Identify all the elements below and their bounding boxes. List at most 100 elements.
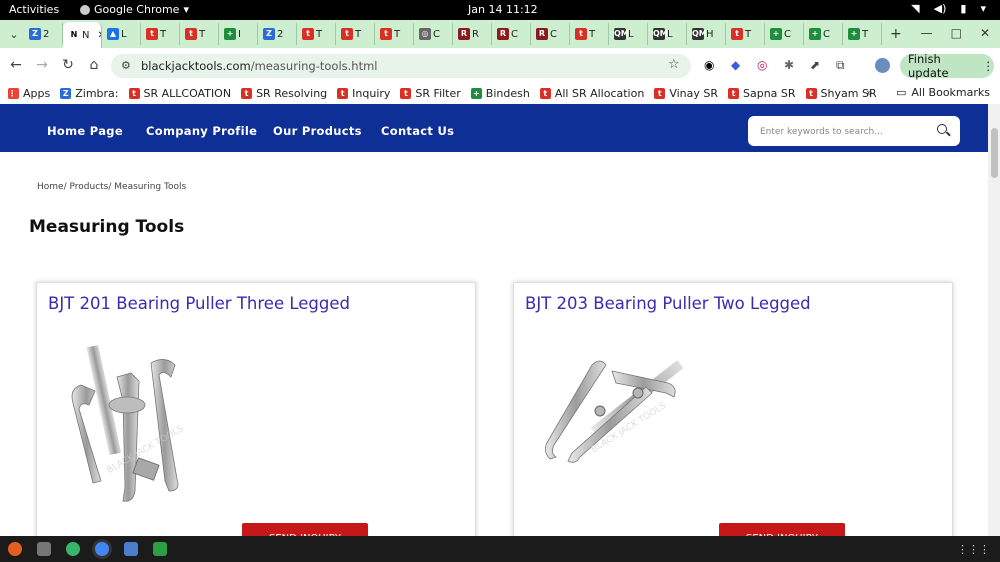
finish-update-button[interactable]: Finish update ⋮	[900, 52, 994, 80]
browser-tab[interactable]: tT	[297, 23, 336, 45]
whatsapp-icon[interactable]	[66, 542, 80, 556]
tab-title: T	[745, 28, 752, 40]
bookmark-item[interactable]: t SR Resolving	[241, 87, 327, 100]
profile-avatar[interactable]	[875, 58, 890, 73]
address-bar[interactable]: blackjacktools.com/measuring-tools.html	[111, 54, 691, 78]
browser-tab[interactable]: tT	[336, 23, 375, 45]
browser-tab[interactable]: RC	[531, 23, 570, 45]
browser-tab[interactable]: Z2	[258, 23, 297, 45]
chevron-down-icon: ▾	[980, 2, 986, 15]
text-editor-icon[interactable]	[124, 542, 138, 556]
more-bookmarks-button[interactable]: »	[866, 86, 873, 99]
browser-tab[interactable]: tT	[726, 23, 765, 45]
bookmark-item[interactable]: t Vinay SR	[654, 87, 718, 100]
browser-tab[interactable]: RC	[492, 23, 531, 45]
site-info-icon[interactable]: ⚙	[121, 59, 131, 72]
scrollbar-thumb[interactable]	[991, 128, 998, 178]
tab-title: 2	[277, 28, 284, 40]
app-menu[interactable]: Google Chrome ▾	[80, 3, 189, 16]
extensions-puzzle-icon[interactable]: ⧉	[836, 58, 845, 73]
activities-button[interactable]: Activities	[9, 3, 59, 16]
bookmark-item[interactable]: t SR ALLCOATION	[128, 87, 231, 100]
tab-favicon-icon: t	[302, 28, 314, 40]
web-page: Home Page Company Profile Our Products C…	[0, 104, 988, 536]
browser-tab[interactable]: + I	[219, 23, 258, 45]
breadcrumb-products[interactable]: Products/	[70, 182, 112, 192]
browser-tab[interactable]: QM H	[687, 23, 726, 45]
tab-title: I	[238, 28, 241, 40]
tab-favicon-icon: R	[458, 28, 470, 40]
browser-tab[interactable]: tT	[570, 23, 609, 45]
all-bookmarks-button[interactable]: ▭ All Bookmarks	[896, 86, 990, 99]
bookmark-item[interactable]: t All SR Allocation	[539, 86, 645, 100]
browser-tab[interactable]: QM L	[648, 23, 687, 45]
site-search-input[interactable]: Enter keywords to search...	[748, 116, 960, 146]
bookmark-item[interactable]: t SR Filter	[400, 87, 461, 100]
show-apps-icon[interactable]: ⋮⋮⋮	[957, 543, 990, 556]
three-leg-bearing-puller-image[interactable]: BLACK JACK TOOLS	[65, 341, 205, 511]
extension-icon[interactable]: ⬈	[810, 58, 820, 72]
bookmark-item[interactable]: + Bindesh	[470, 87, 530, 100]
browser-tab[interactable]: RR	[453, 23, 492, 45]
browser-tab[interactable]: + C	[765, 23, 804, 45]
spreadsheet-icon[interactable]	[153, 542, 167, 556]
search-icon[interactable]	[937, 124, 947, 134]
bookmark-item[interactable]: ⋮⋮ Apps	[8, 87, 50, 100]
bookmark-star-icon[interactable]: ☆	[668, 57, 680, 72]
tab-favicon-icon: +	[224, 28, 236, 40]
extension-icon[interactable]: ✱	[784, 58, 794, 72]
product-title[interactable]: BJT 203 Bearing Puller Two Legged	[525, 294, 811, 313]
bookmark-item[interactable]: t Inquiry	[337, 87, 390, 100]
back-button[interactable]: ←	[3, 57, 29, 73]
browser-tab[interactable]: + C	[804, 23, 843, 45]
browser-tab[interactable]: NN✕	[63, 22, 102, 48]
send-inquiry-button[interactable]: SEND INQUIRY	[719, 523, 845, 536]
chrome-taskbar-icon[interactable]	[95, 542, 109, 556]
nav-our-products[interactable]: Our Products	[273, 124, 362, 138]
extension-icon[interactable]: ◉	[704, 58, 714, 72]
extension-icon[interactable]: ◎	[757, 58, 767, 72]
files-icon[interactable]	[37, 542, 51, 556]
browser-tab[interactable]: tT	[180, 23, 219, 45]
browser-tab[interactable]: ◎ C	[414, 23, 453, 45]
chrome-icon	[80, 4, 90, 15]
system-tray[interactable]: ◥ ◀) ▮ ▾	[911, 2, 986, 15]
firefox-icon[interactable]	[8, 542, 22, 556]
browser-tab[interactable]: ▲ L	[102, 23, 141, 45]
tab-search-icon[interactable]: ⌄	[4, 28, 24, 41]
app-name: Google Chrome	[94, 3, 180, 16]
tab-title: T	[160, 28, 167, 40]
nav-company-profile[interactable]: Company Profile	[146, 124, 257, 138]
browser-tab[interactable]: QM L	[609, 23, 648, 45]
bookmark-label: All SR Allocation	[554, 86, 645, 100]
maximize-button[interactable]: □	[951, 26, 962, 40]
forward-button[interactable]: →	[29, 57, 55, 73]
bookmark-item[interactable]: Z Zimbra:	[60, 87, 119, 100]
nav-home-page[interactable]: Home Page	[47, 124, 123, 138]
browser-tab[interactable]: + T	[843, 23, 882, 45]
tab-title: C	[511, 28, 518, 40]
browser-tab[interactable]: tT	[375, 23, 414, 45]
tab-favicon-icon: Z	[29, 28, 41, 40]
tab-title: T	[199, 28, 206, 40]
tab-favicon-icon: R	[536, 28, 548, 40]
product-title[interactable]: BJT 201 Bearing Puller Three Legged	[48, 294, 350, 313]
home-button[interactable]: ⌂	[81, 57, 107, 73]
browser-tab[interactable]: tT	[141, 23, 180, 45]
bookmark-favicon-icon: t	[654, 87, 666, 99]
extension-icon[interactable]: ◆	[731, 58, 740, 72]
bookmark-item[interactable]: t Sapna SR	[728, 87, 796, 100]
tab-favicon-icon: QM	[614, 28, 629, 40]
minimize-button[interactable]: —	[921, 26, 933, 40]
bookmark-favicon-icon: +	[470, 87, 482, 99]
reload-button[interactable]: ↻	[55, 57, 81, 73]
close-window-button[interactable]: ✕	[980, 26, 990, 40]
send-inquiry-button[interactable]: SEND INQUIRY	[242, 523, 368, 536]
page-title: Measuring Tools	[29, 217, 185, 237]
new-tab-button[interactable]: +	[890, 26, 902, 42]
nav-contact-us[interactable]: Contact Us	[381, 124, 454, 138]
breadcrumb-home[interactable]: Home/	[37, 182, 67, 192]
two-leg-bearing-puller-image[interactable]: BLACK JACK TOOLS	[542, 353, 697, 468]
clock[interactable]: Jan 14 11:12	[468, 3, 538, 16]
browser-tab[interactable]: Z2	[24, 23, 63, 45]
